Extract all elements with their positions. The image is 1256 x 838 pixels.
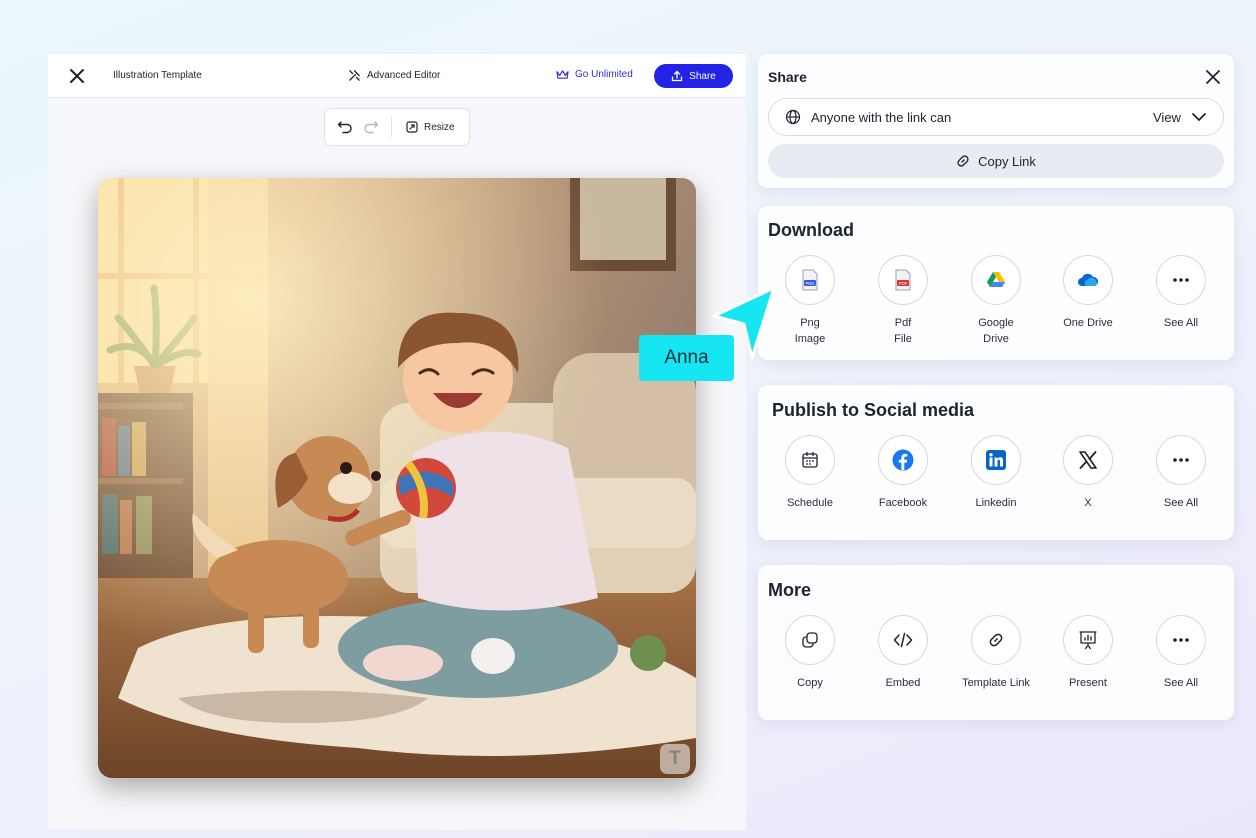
toolbar-divider [391, 117, 392, 137]
illustration-canvas[interactable] [98, 178, 696, 778]
linkedin-icon [971, 435, 1021, 485]
google-drive-label: Google Drive [978, 317, 1014, 345]
google-drive-icon [971, 255, 1021, 305]
facebook-icon [878, 435, 928, 485]
present-label: Present [1069, 677, 1107, 689]
close-icon[interactable] [1205, 69, 1221, 85]
x-option[interactable]: X [1053, 435, 1123, 511]
advanced-editor-label: Advanced Editor [367, 70, 441, 81]
more-icon [1156, 435, 1206, 485]
template-link-option[interactable]: Template Link [961, 615, 1031, 691]
embed-option[interactable]: Embed [868, 615, 938, 691]
schedule-label: Schedule [787, 497, 833, 509]
template-name: Illustration Template [113, 70, 202, 81]
share-panel: Share Anyone with the link can View Copy… [758, 54, 1234, 188]
social-see-all-label: See All [1163, 497, 1199, 509]
advanced-editor-button[interactable]: Advanced Editor [348, 69, 440, 82]
download-pdf-label: Pdf File [894, 317, 912, 345]
schedule-option[interactable]: Schedule [775, 435, 845, 511]
onedrive-icon [1063, 255, 1113, 305]
upload-icon [672, 70, 683, 82]
close-icon[interactable] [68, 67, 86, 85]
watermark-logo: T [660, 744, 690, 774]
go-unlimited-button[interactable]: Go Unlimited [556, 69, 633, 80]
x-icon [1063, 435, 1113, 485]
chevron-down-icon [1192, 113, 1206, 121]
crown-icon [556, 70, 569, 79]
more-see-all-label: See All [1163, 677, 1199, 689]
social-see-all[interactable]: See All [1146, 435, 1216, 511]
link-permission-select[interactable]: Anyone with the link can View [768, 98, 1224, 136]
pdf-file-icon: PDF [878, 255, 928, 305]
redo-icon[interactable] [363, 120, 379, 134]
social-panel: Publish to Social media Schedule Faceboo… [758, 385, 1234, 540]
share-panel-title: Share [768, 69, 807, 85]
download-title: Download [768, 220, 854, 240]
more-icon [1156, 255, 1206, 305]
share-button[interactable]: Share [654, 64, 733, 88]
link-permission-value: View [1153, 110, 1181, 125]
onedrive-option[interactable]: One Drive [1053, 255, 1123, 331]
share-button-label: Share [689, 70, 716, 82]
embed-label: Embed [885, 677, 921, 689]
download-png-option[interactable]: PNG Png Image [775, 255, 845, 347]
download-see-all-label: See All [1163, 317, 1199, 329]
download-panel: Download PNG Png Image PDF Pdf File Goog… [758, 206, 1234, 360]
resize-button[interactable]: Resize [406, 121, 455, 133]
onedrive-label: One Drive [1063, 317, 1113, 329]
canvas-toolbar: Resize [324, 108, 470, 146]
copy-icon [785, 615, 835, 665]
download-pdf-option[interactable]: PDF Pdf File [868, 255, 938, 347]
resize-label: Resize [424, 121, 455, 133]
facebook-label: Facebook [878, 497, 928, 509]
copy-label: Copy [797, 677, 823, 689]
svg-text:PDF: PDF [899, 281, 908, 286]
x-label: X [1084, 497, 1092, 509]
download-see-all[interactable]: See All [1146, 255, 1216, 331]
undo-icon[interactable] [337, 120, 353, 134]
more-panel: More Copy Embed Template Link Present Se… [758, 565, 1234, 720]
google-drive-option[interactable]: Google Drive [961, 255, 1031, 347]
more-title: More [768, 580, 812, 600]
resize-icon [406, 121, 418, 133]
code-icon [878, 615, 928, 665]
more-icon [1156, 615, 1206, 665]
link-icon [957, 155, 969, 167]
social-title: Publish to Social media [772, 400, 975, 420]
present-option[interactable]: Present [1053, 615, 1123, 691]
link-permission-label: Anyone with the link can [811, 110, 952, 125]
tools-icon [349, 70, 360, 81]
collaborator-label: Anna [639, 335, 734, 381]
editor-topbar: Illustration Template Advanced Editor Go… [48, 54, 746, 98]
presentation-icon [1063, 615, 1113, 665]
svg-text:PNG: PNG [805, 281, 814, 286]
facebook-option[interactable]: Facebook [868, 435, 938, 511]
linkedin-option[interactable]: Linkedin [961, 435, 1031, 511]
go-unlimited-label: Go Unlimited [575, 69, 633, 80]
png-file-icon: PNG [785, 255, 835, 305]
linkedin-label: Linkedin [975, 497, 1017, 509]
copy-link-button[interactable]: Copy Link [768, 144, 1224, 178]
globe-icon [785, 109, 801, 125]
illustration-image [98, 178, 696, 778]
download-png-label: Png Image [794, 317, 826, 345]
more-see-all[interactable]: See All [1146, 615, 1216, 691]
calendar-icon [785, 435, 835, 485]
copy-option[interactable]: Copy [775, 615, 845, 691]
template-link-label: Template Link [962, 677, 1030, 689]
copy-link-label: Copy Link [978, 153, 1036, 169]
link-icon [971, 615, 1021, 665]
